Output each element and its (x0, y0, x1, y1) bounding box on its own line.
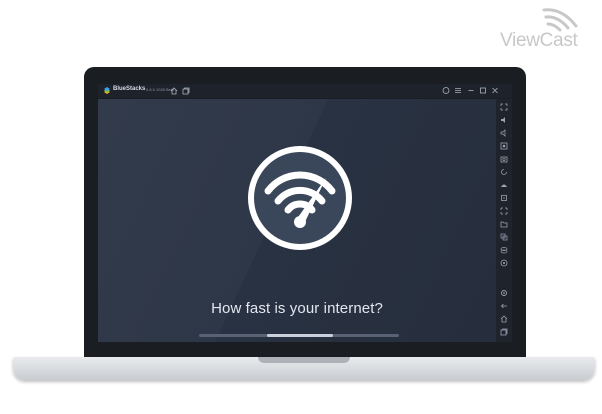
minimize-icon[interactable] (467, 86, 475, 95)
speedtest-splash: How fast is your internet? (98, 99, 496, 342)
back-icon[interactable] (500, 302, 508, 310)
location-icon[interactable] (500, 259, 508, 267)
folder-icon[interactable] (500, 220, 508, 228)
home-icon[interactable] (500, 315, 508, 323)
screenshot-icon[interactable] (500, 155, 508, 163)
tagline: How fast is your internet? (211, 300, 383, 317)
eco-mode-icon[interactable] (500, 246, 508, 254)
volume-down-icon[interactable] (500, 129, 508, 137)
app-name: BlueStacks (113, 86, 146, 92)
menu-icon[interactable] (454, 86, 462, 95)
macro-icon[interactable] (500, 207, 508, 215)
maximize-icon[interactable] (479, 86, 487, 95)
multi-sync-icon[interactable] (500, 233, 508, 241)
multi-instance-icon[interactable] (182, 87, 190, 95)
home-icon[interactable] (170, 87, 178, 95)
broadcast-waves-icon (542, 8, 578, 32)
settings-icon[interactable] (500, 289, 508, 297)
speedometer-wifi-logo-icon (248, 146, 352, 250)
loading-progress-fill (267, 334, 333, 337)
emulator-window: BlueStacks 5.8.0.1028 Beta How fast is y… (98, 84, 512, 342)
apk-install-icon[interactable] (500, 194, 508, 202)
window-titlebar: BlueStacks 5.8.0.1028 Beta (98, 84, 512, 99)
volume-up-icon[interactable] (500, 116, 508, 124)
shake-icon[interactable] (500, 181, 508, 189)
fullscreen-icon[interactable] (500, 103, 508, 111)
recent-apps-icon[interactable] (500, 328, 508, 336)
emulator-sidebar (496, 99, 512, 342)
watermark-text: ViewCast (500, 30, 578, 51)
rotate-icon[interactable] (500, 168, 508, 176)
laptop-notch (258, 357, 350, 363)
close-icon[interactable] (491, 86, 499, 95)
bluestacks-logo-icon (104, 87, 110, 94)
screen-record-icon[interactable] (500, 142, 508, 150)
loading-progress-bar (199, 334, 399, 337)
viewcast-watermark: ViewCast (500, 6, 596, 51)
help-icon[interactable] (442, 86, 450, 95)
